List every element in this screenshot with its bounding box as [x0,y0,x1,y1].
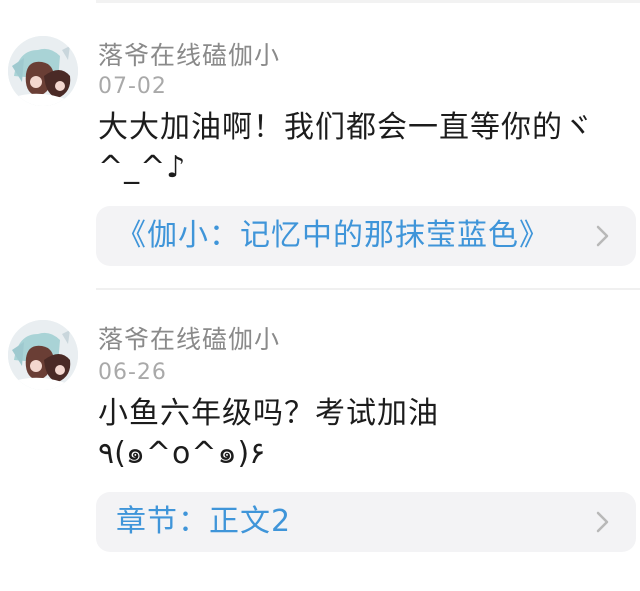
comment-date: 06-26 [98,360,167,385]
top-divider [96,0,640,3]
chapter-link-card[interactable]: 《伽小：记忆中的那抹莹蓝色》 [96,206,636,266]
anime-avatar-icon [8,320,78,390]
chapter-link-card[interactable]: 章节：正文2 [96,492,636,552]
chapter-title[interactable]: 《伽小：记忆中的那抹莹蓝色》 [116,206,550,266]
comment-divider [96,288,640,290]
anime-avatar-icon [8,36,78,106]
chevron-right-icon [596,225,609,247]
chevron-right-icon [596,511,609,533]
comment-date: 07-02 [98,74,167,99]
comment-text: 小鱼六年级吗？考试加油٩(๑^o^๑)۶ [98,396,439,471]
username[interactable]: 落爷在线磕伽小 [98,320,280,356]
chapter-title[interactable]: 章节：正文2 [116,492,291,552]
username[interactable]: 落爷在线磕伽小 [98,36,280,72]
user-avatar[interactable] [8,36,78,106]
user-avatar[interactable] [8,320,78,390]
comment-text: 大大加油啊！我们都会一直等你的ヾ^_^♪ [98,110,594,185]
